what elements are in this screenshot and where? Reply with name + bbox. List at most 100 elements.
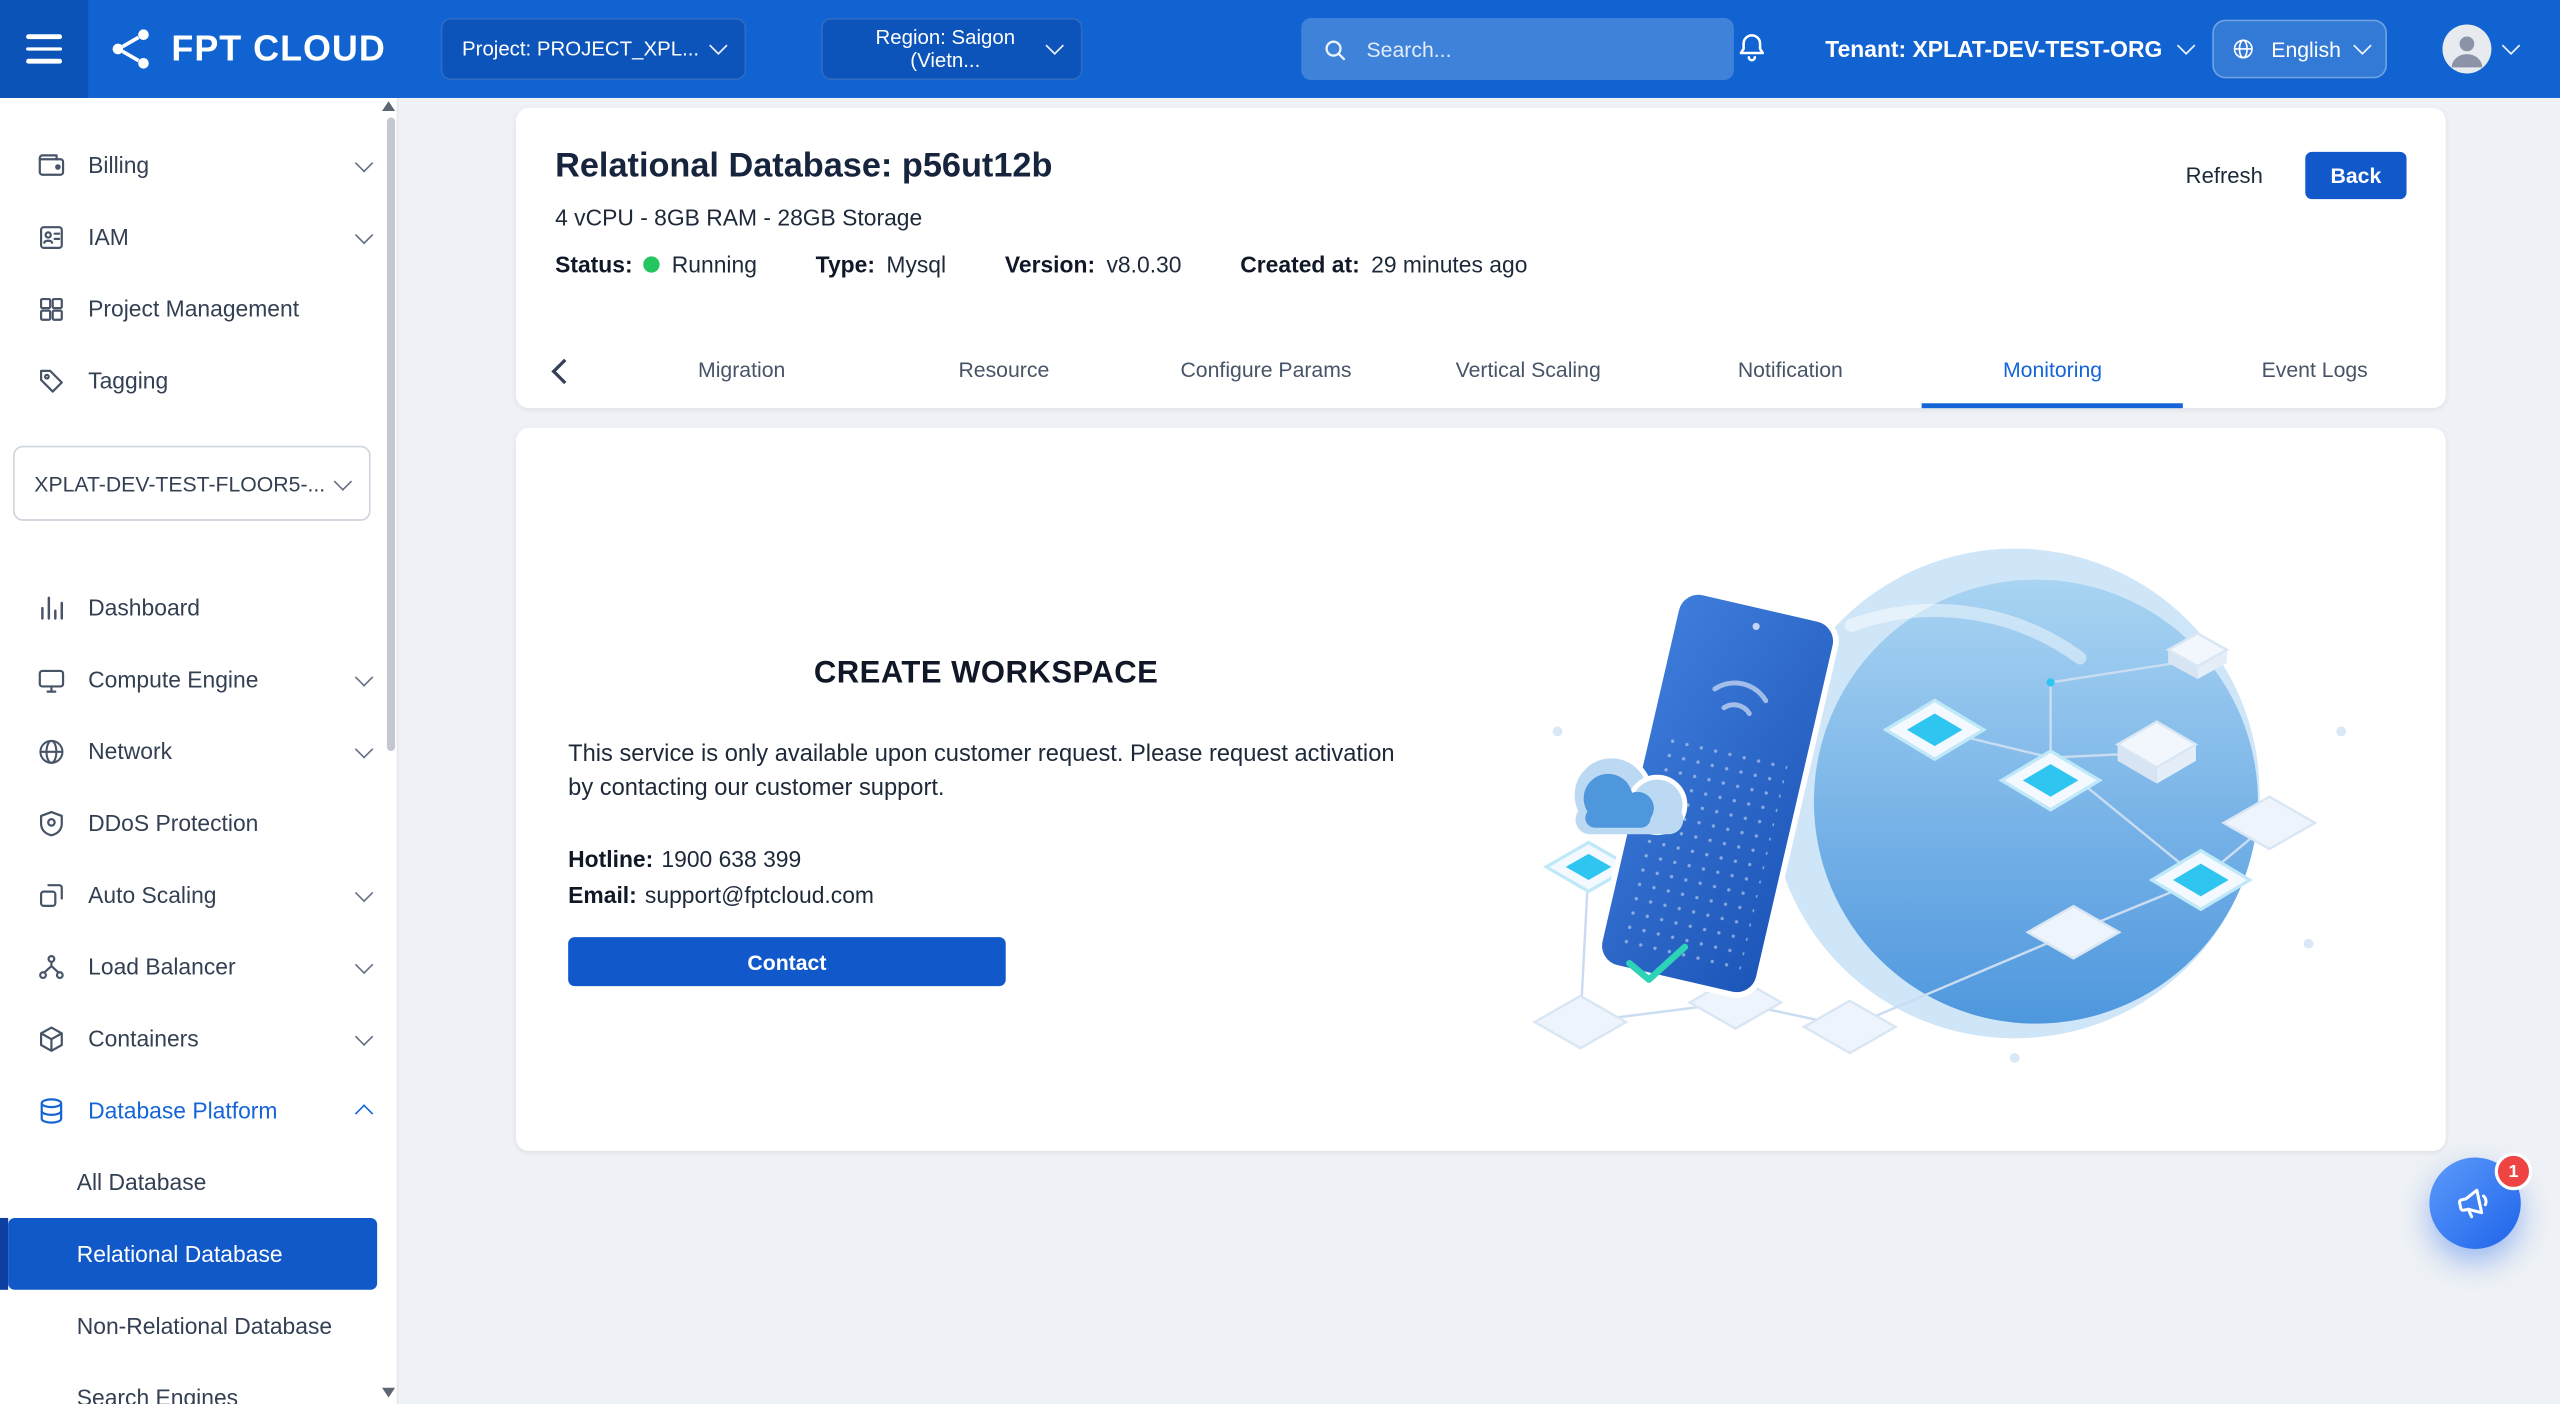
tabs-scroll-left-button[interactable] bbox=[516, 335, 611, 408]
search-input[interactable] bbox=[1363, 35, 1714, 63]
sidebar-item-label: Billing bbox=[88, 152, 336, 178]
globe-icon bbox=[2230, 36, 2256, 62]
email-label: Email: bbox=[568, 881, 637, 907]
id-badge-icon bbox=[36, 221, 67, 252]
sidebar-item-dashboard[interactable]: Dashboard bbox=[0, 571, 397, 643]
scroll-up-arrow[interactable] bbox=[382, 101, 395, 111]
tab-configure-params[interactable]: Configure Params bbox=[1135, 335, 1397, 408]
version-group: Version: v8.0.30 bbox=[1005, 251, 1182, 277]
email-line: Email: support@fptcloud.com bbox=[568, 878, 1404, 913]
sidebar-subitem-label: All Database bbox=[77, 1169, 207, 1195]
sidebar-item-label: Project Management bbox=[88, 296, 370, 322]
app: FPT CLOUD Project: PROJECT_XPL... Region… bbox=[0, 0, 2560, 1404]
region-selector[interactable]: Region: Saigon (Vietn... bbox=[821, 18, 1082, 80]
fpt-cloud-logo-icon bbox=[108, 24, 157, 73]
sidebar-subitem-label: Search Engines bbox=[77, 1384, 238, 1404]
notification-count-badge: 1 bbox=[2495, 1153, 2533, 1191]
workspace-selector[interactable]: XPLAT-DEV-TEST-FLOOR5-... bbox=[13, 446, 371, 521]
sidebar-item-auto-scaling[interactable]: Auto Scaling bbox=[0, 859, 397, 931]
search-box bbox=[1301, 18, 1734, 80]
tab-resource[interactable]: Resource bbox=[873, 335, 1135, 408]
sidebar-item-label: Compute Engine bbox=[88, 666, 336, 692]
created-group: Created at: 29 minutes ago bbox=[1240, 251, 1527, 277]
chevron-down-icon bbox=[2502, 36, 2520, 54]
hotline-label: Hotline: bbox=[568, 846, 653, 872]
sidebar-item-ddos-protection[interactable]: DDoS Protection bbox=[0, 787, 397, 859]
language-label: English bbox=[2271, 37, 2341, 61]
chevron-down-icon bbox=[355, 1027, 373, 1045]
status-group: Status: Running bbox=[555, 251, 757, 277]
profile-menu[interactable] bbox=[2433, 0, 2528, 98]
sidebar-item-billing[interactable]: Billing bbox=[0, 129, 397, 201]
tenant-selector[interactable]: Tenant: XPLAT-DEV-TEST-ORG bbox=[1816, 0, 2204, 98]
monitoring-panel: CREATE WORKSPACE This service is only av… bbox=[516, 428, 2446, 1151]
email-value: support@fptcloud.com bbox=[645, 881, 874, 907]
notifications-button[interactable] bbox=[1734, 29, 1770, 70]
sidebar-item-label: Network bbox=[88, 738, 336, 764]
sidebar-item-label: Database Platform bbox=[88, 1097, 336, 1123]
monitor-icon bbox=[36, 664, 67, 695]
chevron-down-icon bbox=[355, 225, 373, 243]
tab-vertical-scaling[interactable]: Vertical Scaling bbox=[1397, 335, 1659, 408]
chevron-down-icon bbox=[355, 739, 373, 757]
database-specs: 4 vCPU - 8GB RAM - 28GB Storage bbox=[555, 204, 2406, 230]
created-label: Created at: bbox=[1240, 251, 1359, 277]
type-label: Type: bbox=[816, 251, 875, 277]
top-navbar: FPT CLOUD Project: PROJECT_XPL... Region… bbox=[0, 0, 2560, 98]
language-selector[interactable]: English bbox=[2212, 20, 2387, 79]
globe-icon bbox=[36, 736, 67, 767]
sidebar-item-label: DDoS Protection bbox=[88, 810, 370, 836]
sidebar-item-load-balancer[interactable]: Load Balancer bbox=[0, 931, 397, 1003]
sidebar-subitem-all-database[interactable]: All Database bbox=[0, 1146, 397, 1218]
back-button[interactable]: Back bbox=[2305, 152, 2406, 199]
sidebar-subitem-non-relational-database[interactable]: Non-Relational Database bbox=[0, 1290, 397, 1362]
sidebar-item-label: Load Balancer bbox=[88, 953, 336, 979]
sidebar-subitem-search-engines[interactable]: Search Engines bbox=[0, 1362, 397, 1404]
version-label: Version: bbox=[1005, 251, 1095, 277]
sidebar-item-compute-engine[interactable]: Compute Engine bbox=[0, 643, 397, 715]
wallet-icon bbox=[36, 149, 67, 180]
region-selector-label: Region: Saigon (Vietn... bbox=[842, 26, 1048, 72]
sidebar-item-iam[interactable]: IAM bbox=[0, 201, 397, 273]
status-dot bbox=[644, 256, 660, 272]
contact-button[interactable]: Contact bbox=[568, 937, 1006, 986]
tenant-label: Tenant: XPLAT-DEV-TEST-ORG bbox=[1825, 36, 2162, 62]
refresh-button[interactable]: Refresh bbox=[2176, 162, 2273, 190]
sidebar-item-label: Dashboard bbox=[88, 594, 370, 620]
tab-notification[interactable]: Notification bbox=[1659, 335, 1921, 408]
search-icon bbox=[1321, 35, 1349, 63]
cube-icon bbox=[36, 1023, 67, 1054]
project-selector[interactable]: Project: PROJECT_XPL... bbox=[441, 18, 746, 80]
sidebar: Billing IAM Project Management bbox=[0, 98, 398, 1404]
workspace-title: CREATE WORKSPACE bbox=[568, 656, 1404, 692]
sidebar-subitem-label: Non-Relational Database bbox=[77, 1313, 332, 1339]
project-board-icon bbox=[36, 293, 67, 324]
header-actions: Refresh Back bbox=[2176, 152, 2407, 199]
workspace-illustration bbox=[1525, 536, 2407, 1107]
database-icon bbox=[36, 1095, 67, 1126]
tag-icon bbox=[36, 365, 67, 396]
chevron-down-icon bbox=[355, 153, 373, 171]
chevron-down-icon bbox=[334, 472, 352, 490]
scaling-icon bbox=[36, 879, 67, 910]
scroll-down-arrow[interactable] bbox=[382, 1388, 395, 1398]
chevron-up-icon bbox=[355, 1104, 373, 1122]
sidebar-scrollbar[interactable] bbox=[387, 118, 395, 751]
chevron-down-icon bbox=[1045, 36, 1063, 54]
tab-event-logs[interactable]: Event Logs bbox=[2184, 335, 2446, 408]
sidebar-item-tagging[interactable]: Tagging bbox=[0, 344, 397, 416]
sidebar-item-database-platform[interactable]: Database Platform bbox=[0, 1074, 397, 1146]
sidebar-item-project-management[interactable]: Project Management bbox=[0, 273, 397, 345]
sidebar-subitem-relational-database[interactable]: Relational Database bbox=[8, 1218, 377, 1290]
sidebar-item-network[interactable]: Network bbox=[0, 715, 397, 787]
sidebar-main-nav: Dashboard Compute Engine Network bbox=[0, 571, 397, 1404]
tab-monitoring[interactable]: Monitoring bbox=[1921, 335, 2183, 408]
tab-migration[interactable]: Migration bbox=[611, 335, 873, 408]
menu-button[interactable] bbox=[0, 0, 88, 98]
database-meta: Status: Running Type: Mysql Version: v8.… bbox=[555, 251, 2406, 277]
sidebar-top-nav: Billing IAM Project Management bbox=[0, 98, 397, 416]
sidebar-item-containers[interactable]: Containers bbox=[0, 1002, 397, 1074]
status-label: Status: bbox=[555, 251, 632, 277]
logo-text: FPT CLOUD bbox=[171, 28, 385, 70]
logo[interactable]: FPT CLOUD bbox=[108, 0, 386, 98]
